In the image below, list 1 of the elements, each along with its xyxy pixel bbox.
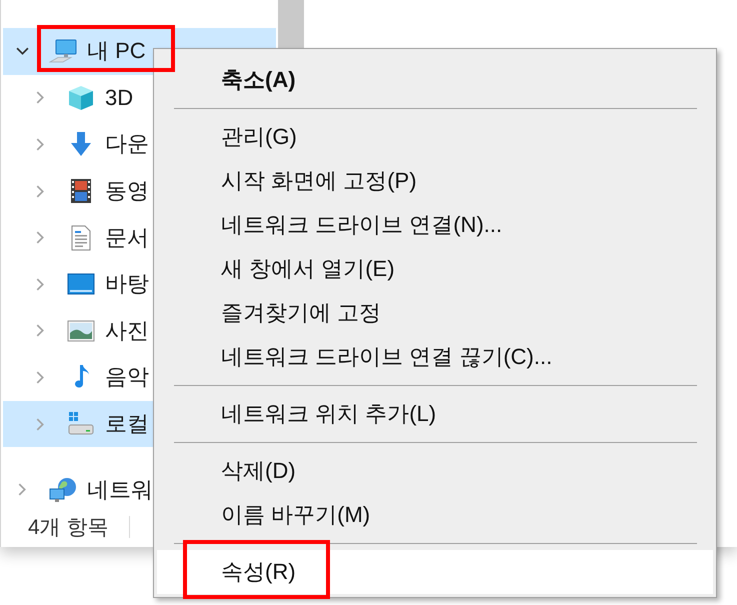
item-count: 4개 항목 (28, 515, 109, 541)
